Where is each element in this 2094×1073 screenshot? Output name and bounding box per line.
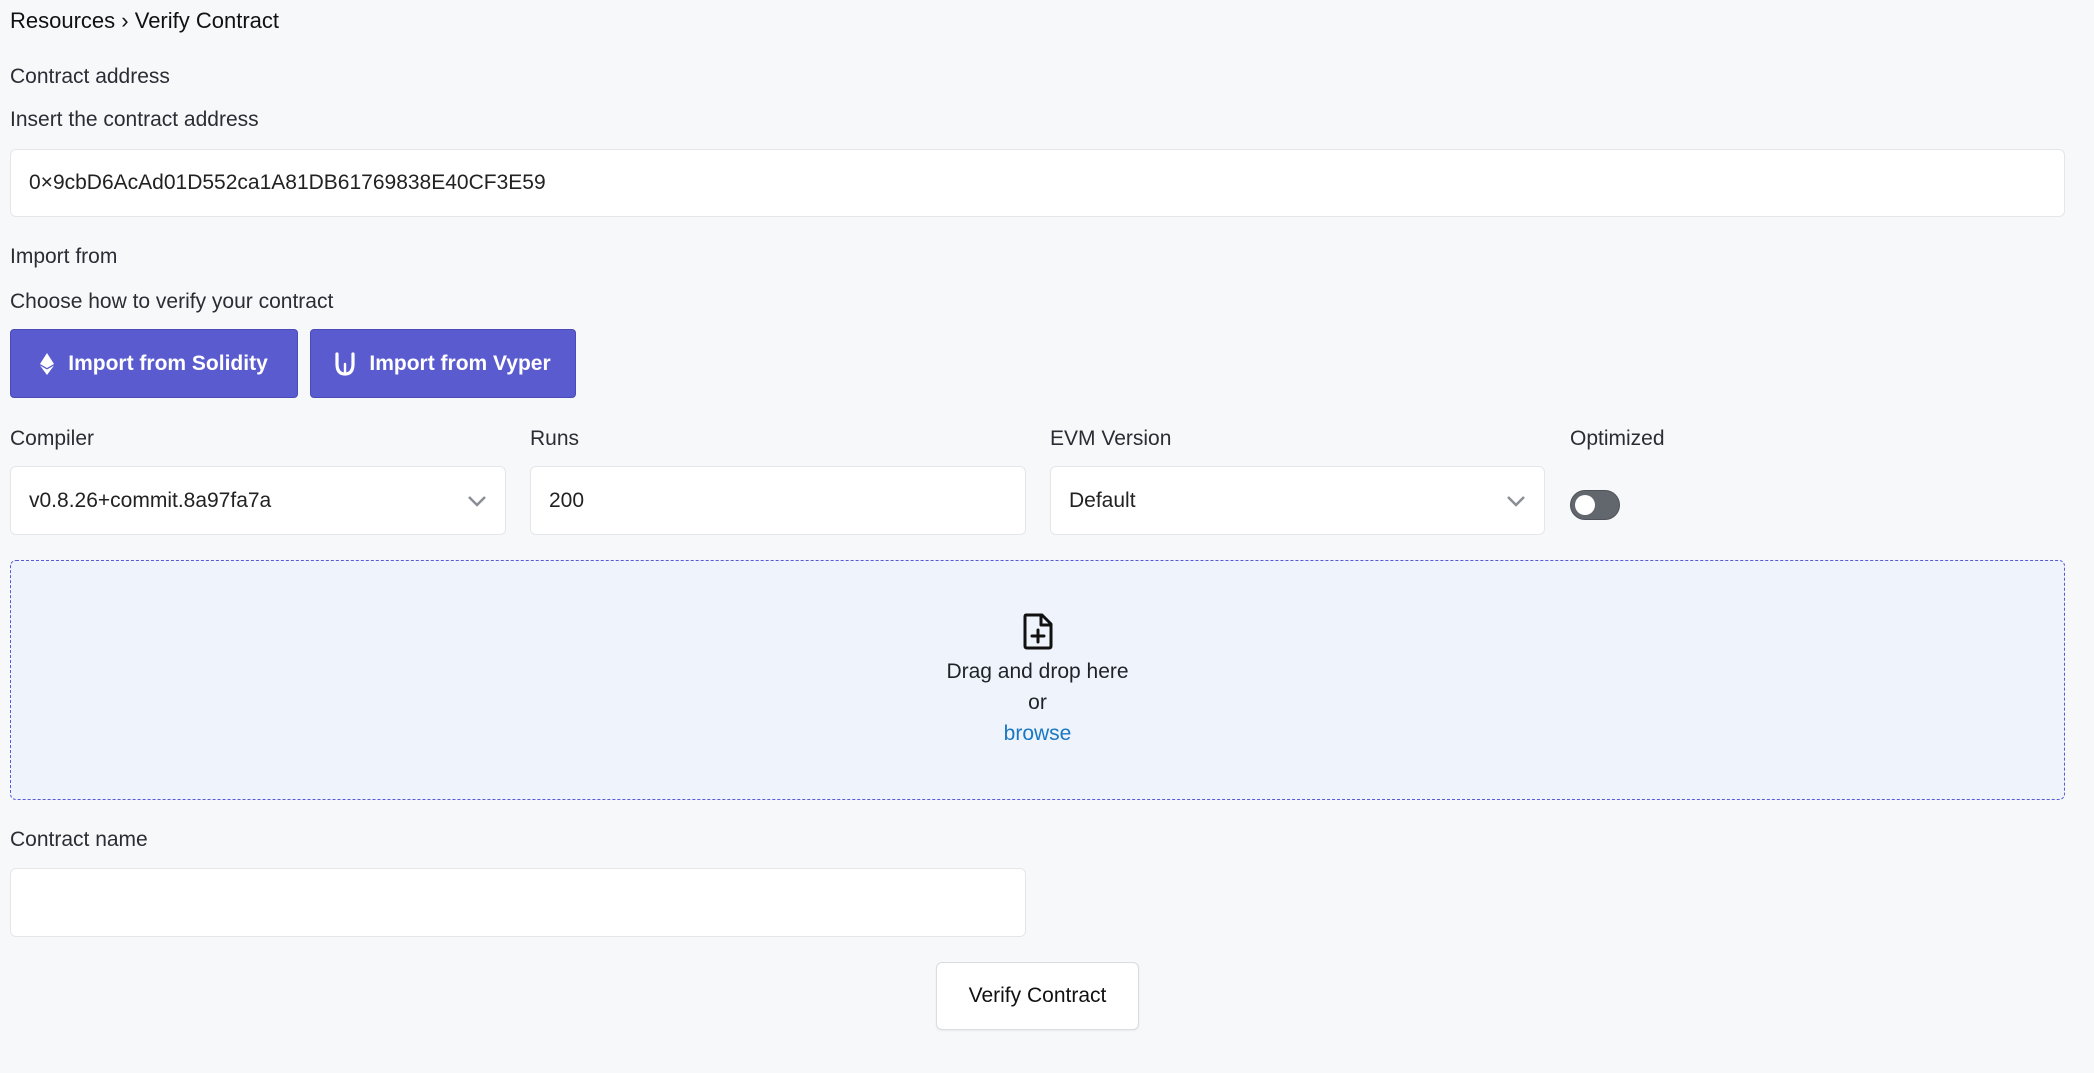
optimized-toggle[interactable] [1570,490,1620,520]
import-solidity-label: Import from Solidity [68,351,268,375]
compiler-select[interactable]: v0.8.26+commit.8a97fa7a [10,466,506,535]
contract-address-input[interactable]: 0×9cbD6AcAd01D552ca1A81DB61769838E40CF3E… [10,149,2065,217]
evm-version-value: Default [1069,488,1136,512]
evm-version-select[interactable]: Default [1050,466,1545,535]
optimized-label: Optimized [1570,427,1665,450]
chevron-down-icon [468,495,486,507]
verify-contract-button[interactable]: Verify Contract [936,962,1139,1030]
breadcrumb: Resources › Verify Contract [10,8,279,34]
verify-contract-page: Resources › Verify Contract Contract add… [0,0,2094,1073]
dropzone-text: Drag and drop here [946,659,1129,683]
chevron-down-icon [1507,495,1525,507]
runs-label: Runs [530,427,580,450]
contract-address-value: 0×9cbD6AcAd01D552ca1A81DB61769838E40CF3E… [29,171,546,194]
runs-value: 200 [549,488,585,512]
breadcrumb-current: Verify Contract [134,8,280,33]
import-from-label: Import from [10,245,118,268]
compiler-label: Compiler [10,427,95,450]
contract-name-label: Contract name [10,828,148,851]
breadcrumb-parent[interactable]: Resources [10,8,115,33]
file-dropzone[interactable]: Drag and drop here or browse [10,560,2065,800]
dropzone-or: or [1028,690,1047,714]
runs-input[interactable]: 200 [530,466,1026,535]
breadcrumb-separator: › [121,8,129,33]
contract-name-input[interactable] [10,868,1026,937]
file-plus-icon [1023,613,1052,649]
import-vyper-label: Import from Vyper [369,351,551,375]
contract-address-label: Contract address [10,65,170,88]
evm-version-label: EVM Version [1050,427,1172,450]
import-solidity-button[interactable]: Import from Solidity [10,329,298,398]
verify-contract-label: Verify Contract [968,984,1107,1007]
ethereum-icon [40,352,55,375]
toggle-knob [1575,495,1595,515]
import-vyper-button[interactable]: Import from Vyper [310,329,576,398]
browse-link[interactable]: browse [1004,718,1072,749]
import-from-hint: Choose how to verify your contract [10,290,334,313]
compiler-value: v0.8.26+commit.8a97fa7a [29,488,272,512]
contract-address-hint: Insert the contract address [10,108,259,131]
vyper-icon [335,351,355,376]
